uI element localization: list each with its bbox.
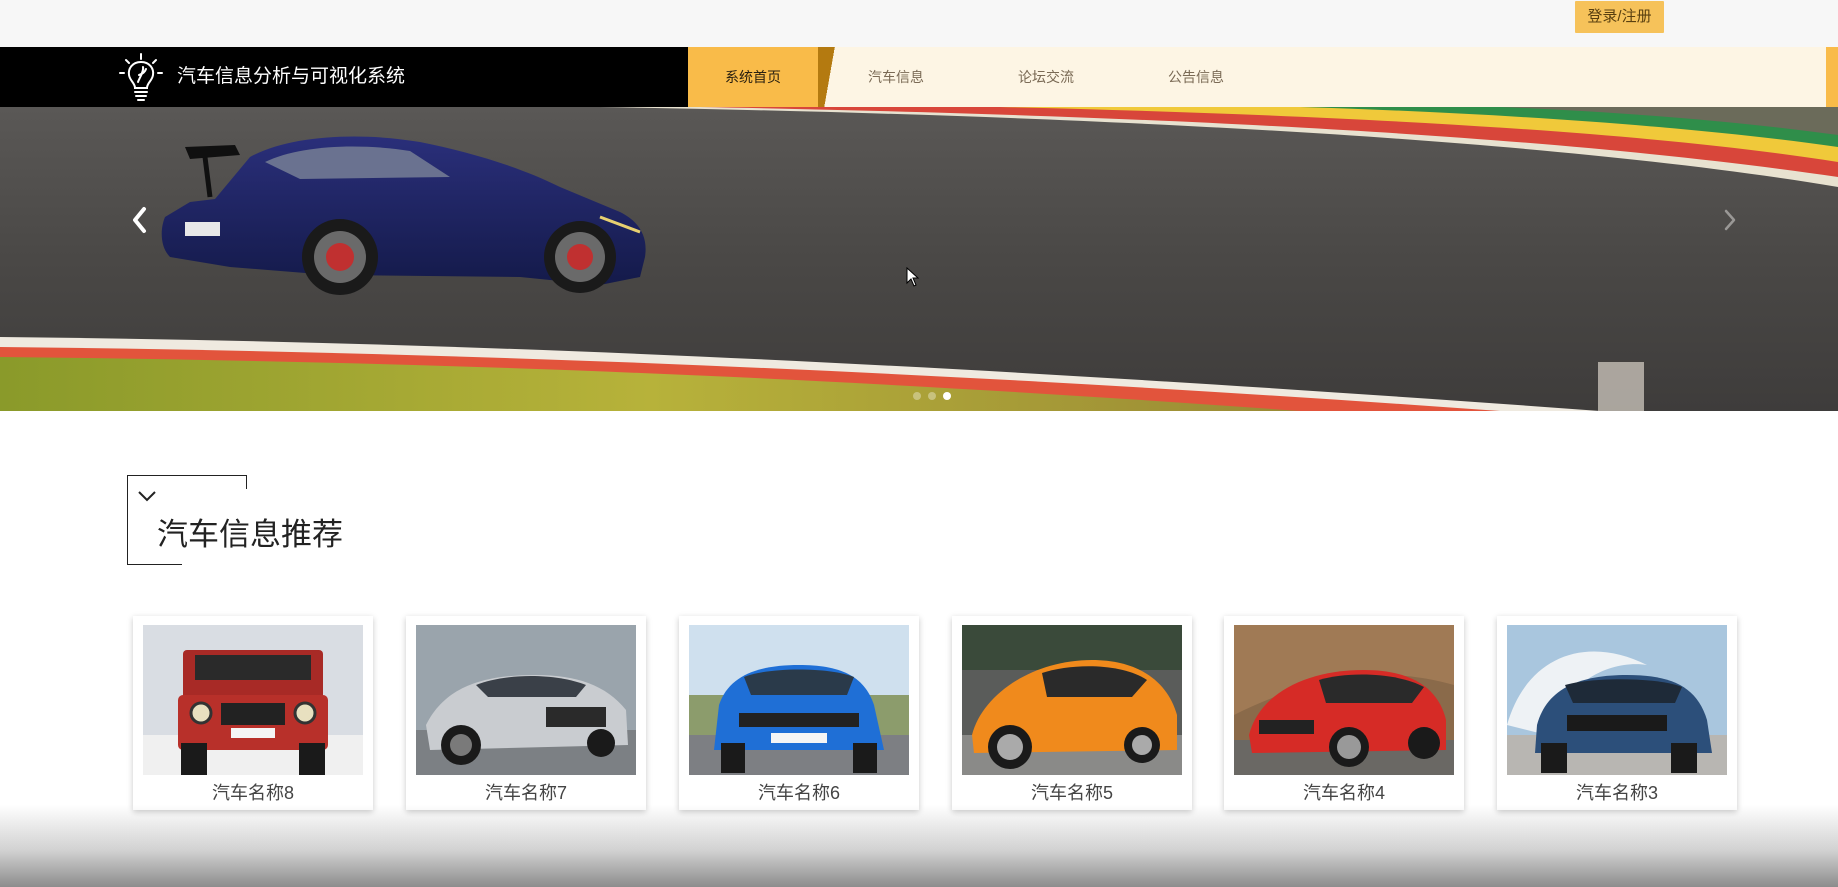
car-image (962, 625, 1182, 775)
car-name[interactable]: 汽车名称7 (406, 779, 646, 805)
carousel-dot-active[interactable] (943, 392, 951, 400)
chevron-down-icon (137, 489, 157, 508)
car-name[interactable]: 汽车名称6 (679, 779, 919, 805)
car-card[interactable]: 汽车名称8 (133, 616, 373, 810)
brand-area: 汽车信息分析与可视化系统 (0, 47, 688, 107)
car-image (1507, 625, 1727, 775)
nav-edge-accent (1826, 47, 1838, 107)
carousel-prev-button[interactable] (120, 195, 160, 245)
car-card[interactable]: 汽车名称3 (1497, 616, 1737, 810)
carousel-dot[interactable] (913, 392, 921, 400)
mouse-pointer-icon (906, 267, 920, 287)
carousel-next-button[interactable] (1710, 195, 1750, 245)
car-name[interactable]: 汽车名称4 (1224, 779, 1464, 805)
car-name[interactable]: 汽车名称5 (952, 779, 1192, 805)
car-recommendation-list: 汽车名称8 汽车名称7 汽车名称6 汽车名称5 汽车名称4 汽车名称3 (133, 616, 1739, 810)
car-card[interactable]: 汽车名称5 (952, 616, 1192, 810)
car-image (1234, 625, 1454, 775)
chevron-right-icon (1724, 209, 1736, 231)
carousel-indicators (913, 392, 951, 402)
page-bottom-fade (0, 805, 1838, 887)
site-title: 汽车信息分析与可视化系统 (177, 66, 406, 87)
banner-slide-image (0, 107, 1838, 411)
title-frame-bottom (127, 564, 182, 565)
nav-announcements[interactable]: 公告信息 (1131, 47, 1261, 107)
main-navbar: 汽车信息分析与可视化系统 系统首页 汽车信息 论坛交流 公告信息 (0, 47, 1838, 107)
car-card[interactable]: 汽车名称7 (406, 616, 646, 810)
banner-carousel (0, 107, 1838, 411)
carousel-dot[interactable] (928, 392, 936, 400)
nav-home[interactable]: 系统首页 (688, 47, 818, 107)
nav-car-info[interactable]: 汽车信息 (831, 47, 961, 107)
car-image (143, 625, 363, 775)
car-image (416, 625, 636, 775)
title-frame-left (127, 475, 128, 565)
section-header: 汽车信息推荐 (127, 475, 347, 565)
car-card[interactable]: 汽车名称4 (1224, 616, 1464, 810)
chevron-left-icon (133, 207, 146, 233)
car-name[interactable]: 汽车名称3 (1497, 779, 1737, 805)
nav-forum[interactable]: 论坛交流 (981, 47, 1111, 107)
login-register-button[interactable]: 登录/注册 (1575, 1, 1664, 33)
top-bar: 登录/注册 (0, 0, 1838, 47)
lightbulb-icon (118, 53, 164, 101)
section-title: 汽车信息推荐 (157, 517, 343, 552)
car-card[interactable]: 汽车名称6 (679, 616, 919, 810)
car-image (689, 625, 909, 775)
title-frame-top (127, 475, 247, 489)
car-name[interactable]: 汽车名称8 (133, 779, 373, 805)
